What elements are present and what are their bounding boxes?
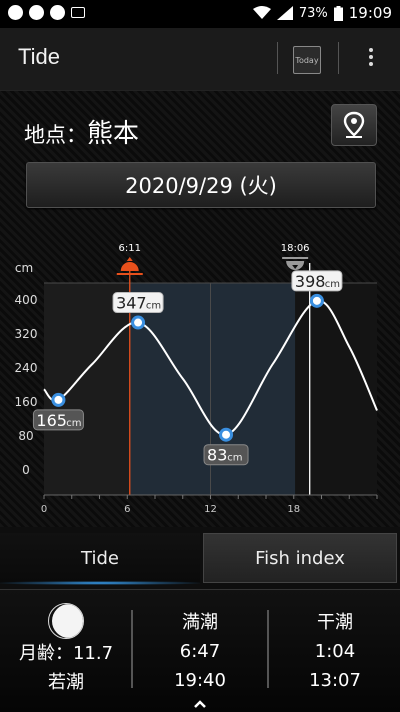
tab-fish-index[interactable]: Fish index — [203, 533, 397, 583]
moon-age-value: 11.7 — [72, 643, 114, 664]
status-time: 19:09 — [348, 4, 392, 22]
image-icon — [71, 7, 85, 18]
location-heading: 地点：熊本 — [24, 113, 139, 150]
app-title: Tide — [18, 44, 60, 69]
location-name: 熊本 — [87, 119, 140, 149]
tide-value-label: 347 — [116, 294, 147, 313]
x-tick-label: 6 — [124, 504, 130, 515]
tide-value-label: 83 — [207, 446, 227, 465]
moon-phase-icon — [48, 603, 84, 639]
tide-value-label: 398 — [295, 272, 326, 291]
y-tick-label: 80 — [18, 429, 33, 443]
sync-icon — [29, 5, 44, 20]
y-axis-label: cm — [15, 261, 33, 275]
wifi-icon — [252, 6, 271, 19]
high-tide-time: 6:47 — [179, 641, 221, 662]
sunset-time-label: 18:06 — [281, 243, 310, 254]
chevron-up-icon[interactable] — [193, 697, 207, 711]
date-label: 2020/9/29 (火) — [125, 174, 277, 198]
y-tick-label: 320 — [15, 327, 38, 341]
y-tick-label: 240 — [15, 361, 38, 375]
low-tide-label: 干潮 — [317, 612, 353, 633]
x-tick-label: 0 — [41, 504, 47, 515]
tide-chart: 0 6 12 18080160240320400cm6:11 18:06 165 cm34… — [15, 243, 378, 515]
tide-value-label: 165 — [36, 411, 67, 430]
moon-info: 月齢：11.7 若潮 — [10, 639, 122, 697]
battery-icon — [333, 5, 343, 21]
tide-point-marker — [131, 315, 146, 330]
low-tide-info: 干潮 1:04 13:07 — [275, 608, 395, 695]
high-tide-time: 19:40 — [174, 670, 226, 691]
night-band — [295, 283, 377, 495]
divider — [277, 42, 278, 74]
y-tick-label: 400 — [15, 293, 38, 307]
app-bar: Tide Today — [0, 28, 400, 91]
location-pin-button[interactable] — [331, 104, 377, 146]
tab-bar: Tide Fish index — [0, 527, 400, 589]
tide-value-unit: cm — [146, 301, 161, 312]
moon-age-label: 月齢： — [18, 643, 73, 664]
overflow-menu-icon[interactable] — [366, 48, 376, 70]
signal-icon — [276, 6, 293, 20]
tide-point-marker — [219, 427, 234, 442]
y-tick-label: 160 — [15, 395, 38, 409]
tab-fish-index-label: Fish index — [255, 547, 345, 569]
notification-icon — [8, 5, 23, 20]
low-tide-time: 1:04 — [314, 641, 356, 662]
location-pin-icon — [343, 111, 365, 138]
today-label: Today — [295, 55, 319, 65]
x-tick-label: 18 — [287, 504, 300, 515]
location-label: 地点： — [24, 123, 87, 147]
chat-icon — [50, 5, 65, 20]
y-tick-label: 0 — [22, 463, 30, 477]
today-icon[interactable]: Today — [293, 46, 321, 74]
status-bar: 73% 19:09 — [0, 0, 400, 28]
low-tide-time: 13:07 — [309, 670, 361, 691]
battery-percent: 73% — [298, 5, 328, 21]
divider — [131, 610, 133, 688]
moon-phase: 若潮 — [48, 672, 84, 693]
sunset-icon — [282, 257, 309, 270]
tide-value-unit: cm — [66, 418, 81, 429]
tide-value-unit: cm — [325, 279, 340, 290]
tide-point-marker — [309, 293, 324, 308]
divider — [267, 610, 269, 688]
high-tide-label: 満潮 — [182, 612, 218, 633]
sunrise-time-label: 6:11 — [119, 243, 141, 254]
tide-value-unit: cm — [227, 453, 242, 464]
divider — [338, 42, 339, 74]
tab-tide-label: Tide — [81, 547, 119, 569]
high-tide-info: 満潮 6:47 19:40 — [140, 608, 260, 695]
x-tick-label: 12 — [204, 504, 217, 515]
tide-point-marker — [51, 392, 66, 407]
tab-tide[interactable]: Tide — [0, 533, 200, 585]
date-selector-button[interactable]: 2020/9/29 (火) — [26, 162, 376, 208]
